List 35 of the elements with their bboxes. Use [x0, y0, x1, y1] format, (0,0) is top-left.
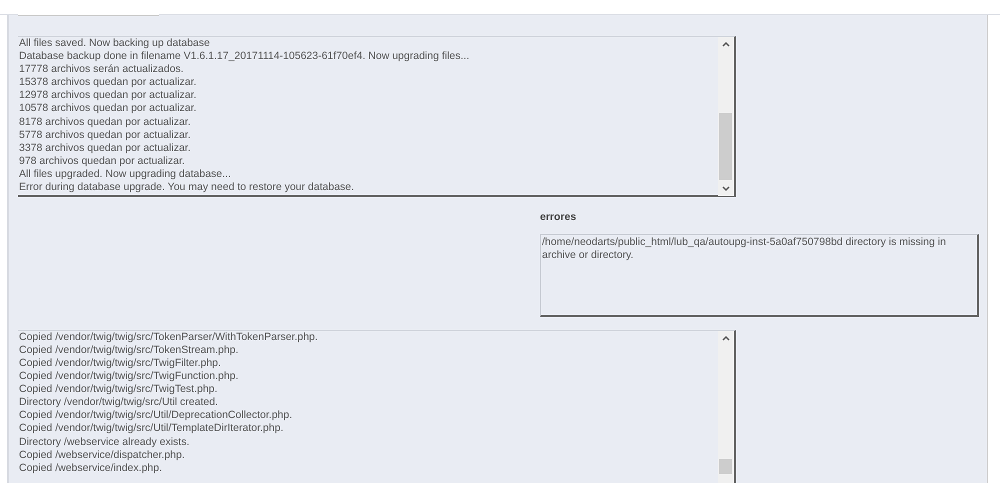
log-textarea[interactable] — [18, 36, 736, 197]
log-line: Copied /vendor/twig/twig/src/TokenParser/WithTokenParser.php. — [19, 330, 318, 344]
log-line: Error during database upgrade. You may need to restore your database. — [19, 181, 354, 194]
log-line: Copied /vendor/twig/twig/src/Util/TemplateDirIterator.php. — [19, 422, 284, 436]
log-line: 8178 archivos quedan por actualizar. — [19, 116, 191, 129]
log-line: 15378 archivos quedan por actualizar. — [19, 76, 196, 90]
log-line: All files upgraded. Now upgrading database... — [19, 168, 231, 182]
log-line: Copied /vendor/twig/twig/src/TwigFilter.php. — [19, 356, 221, 370]
log-textarea[interactable] — [18, 330, 736, 483]
log-line: Copied /webservice/index.php. — [19, 462, 162, 475]
scroll-up-icon[interactable] — [722, 334, 730, 341]
log-line: 3378 archivos quedan por actualizar. — [19, 142, 191, 155]
scroll-thumb[interactable] — [719, 458, 732, 474]
error-message: /home/neodarts/public_html/lub_qa/autoupg-inst-5a0af750798bd directory is missing in archive or directory. — [542, 236, 947, 263]
scrollbar[interactable] — [718, 37, 734, 196]
log-line: Copied /vendor/twig/twig/src/TwigTest.php. — [19, 383, 218, 396]
scrollbar[interactable] — [718, 330, 734, 483]
errors-title: errores — [540, 210, 576, 225]
log-line: 17778 archivos serán actualizados. — [19, 63, 184, 76]
log-line: 12978 archivos quedan por actualizar. — [19, 89, 196, 102]
log-line: Copied /vendor/twig/twig/src/Util/DeprecationCollector.php. — [19, 409, 292, 422]
scroll-up-icon[interactable] — [722, 41, 730, 47]
log-line: 10578 archivos quedan por actualizar. — [19, 102, 196, 116]
log-line: 978 archivos quedan por actualizar. — [19, 154, 185, 168]
scroll-down-icon[interactable] — [722, 186, 730, 192]
log-line: Copied /vendor/twig/twig/src/TwigFunction.php. — [19, 370, 238, 384]
errors-textarea[interactable]: /home/neodarts/public_html/lub_qa/autoupg-inst-5a0af750798bd directory is missing in archive or directory. — [540, 234, 979, 317]
log-line: Copied /vendor/twig/twig/src/TokenStream.php. — [19, 344, 238, 357]
scroll-thumb[interactable] — [719, 113, 732, 180]
log-line: Copied /webservice/dispatcher.php. — [19, 448, 185, 462]
log-line: 5778 archivos quedan por actualizar. — [19, 128, 191, 142]
log-line: All files saved. Now backing up database — [19, 37, 210, 50]
log-line: Database backup done in filename V1.6.1.17_20171114-105623-61f70ef4. Now upgrading files... — [19, 50, 470, 64]
log-line: Directory /webservice already exists. — [19, 436, 190, 449]
log-line: Directory /vendor/twig/twig/src/Util created. — [19, 396, 218, 410]
